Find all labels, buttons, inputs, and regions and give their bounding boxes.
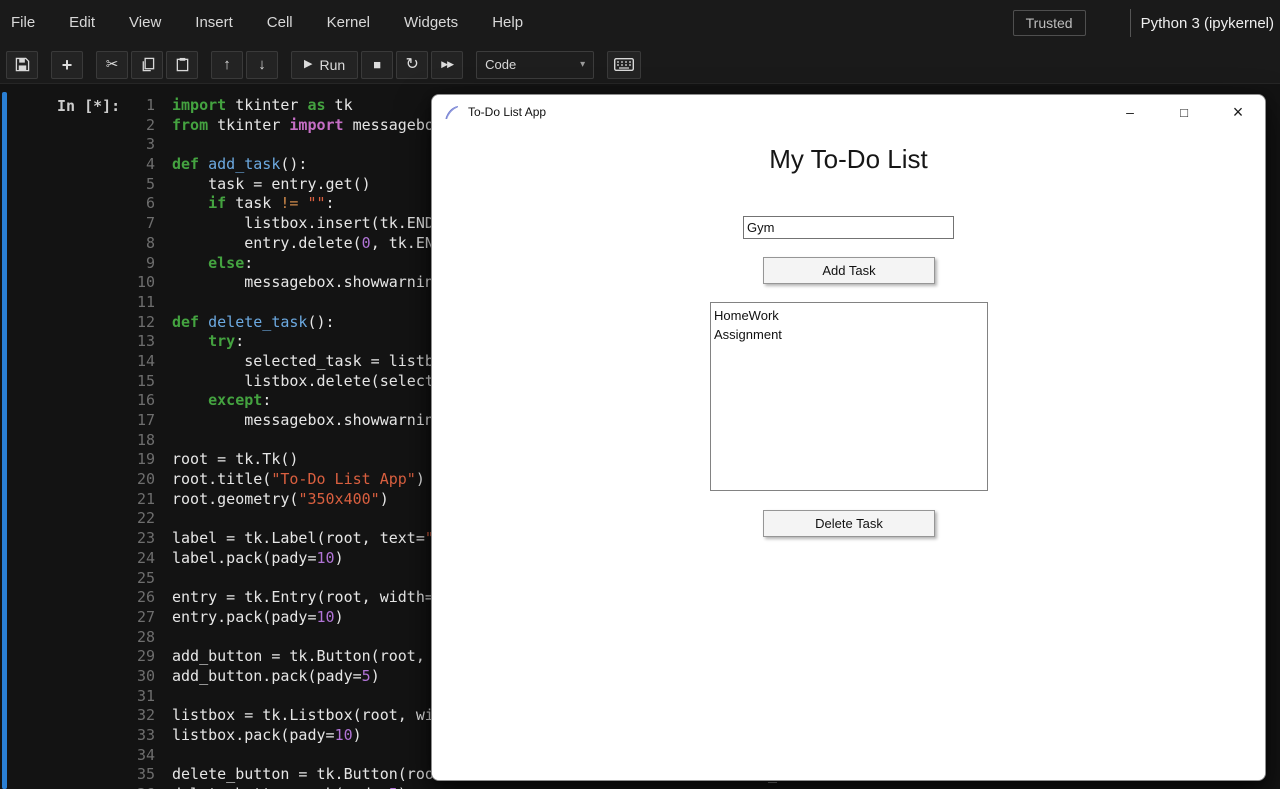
fast-forward-icon: ▶▶ xyxy=(441,60,453,69)
chevron-down-icon: ▾ xyxy=(580,59,585,70)
menu-item-file[interactable]: File xyxy=(0,0,52,46)
window-controls: – □ × xyxy=(1107,95,1265,129)
paste-cell-button[interactable] xyxy=(166,51,198,79)
line-number: 32 xyxy=(132,706,155,726)
line-number: 17 xyxy=(132,411,155,431)
command-palette-button[interactable] xyxy=(607,51,641,79)
line-number: 7 xyxy=(132,214,155,234)
line-number: 26 xyxy=(132,588,155,608)
arrow-up-icon: ↑ xyxy=(223,57,231,72)
line-number: 4 xyxy=(132,155,155,175)
trusted-badge[interactable]: Trusted xyxy=(1013,10,1086,36)
copy-cell-button[interactable] xyxy=(131,51,163,79)
keyboard-icon xyxy=(614,58,634,71)
run-label: Run xyxy=(319,57,345,73)
line-number: 31 xyxy=(132,687,155,707)
line-number: 14 xyxy=(132,352,155,372)
restart-kernel-button[interactable]: ↻ xyxy=(396,51,428,79)
move-cell-up-button[interactable]: ↑ xyxy=(211,51,243,79)
cell-input-prompt: In [*]: xyxy=(57,97,120,115)
window-content: My To-Do List Add Task HomeWorkAssignmen… xyxy=(432,144,1265,781)
line-number: 27 xyxy=(132,608,155,628)
line-number: 18 xyxy=(132,431,155,451)
line-number: 23 xyxy=(132,529,155,549)
line-number: 15 xyxy=(132,372,155,392)
menu-item-help[interactable]: Help xyxy=(475,0,540,46)
window-titlebar[interactable]: To-Do List App – □ × xyxy=(432,95,1265,129)
add-cell-button[interactable]: + xyxy=(51,51,83,79)
stop-icon: ■ xyxy=(373,58,381,71)
line-number: 5 xyxy=(132,175,155,195)
add-task-button[interactable]: Add Task xyxy=(763,257,935,284)
arrow-down-icon: ↓ xyxy=(258,57,266,72)
delete-task-button[interactable]: Delete Task xyxy=(763,510,935,537)
line-number: 35 xyxy=(132,765,155,785)
line-number: 36 xyxy=(132,785,155,789)
menu-item-insert[interactable]: Insert xyxy=(178,0,250,46)
line-number: 24 xyxy=(132,549,155,569)
todo-app-window: To-Do List App – □ × My To-Do List Add T… xyxy=(431,94,1266,781)
cell-type-value: Code xyxy=(485,57,516,72)
window-title: To-Do List App xyxy=(468,105,546,119)
active-cell-indicator xyxy=(2,92,7,789)
line-number: 28 xyxy=(132,628,155,648)
restart-icon: ↻ xyxy=(405,57,418,73)
app-heading: My To-Do List xyxy=(432,144,1265,175)
line-number: 22 xyxy=(132,509,155,529)
menu-item-widgets[interactable]: Widgets xyxy=(387,0,475,46)
run-button[interactable]: ▶ Run xyxy=(291,51,358,79)
scissors-icon: ✂ xyxy=(106,57,119,72)
line-number: 29 xyxy=(132,647,155,667)
menu-item-kernel[interactable]: Kernel xyxy=(310,0,387,46)
maximize-button[interactable]: □ xyxy=(1161,95,1207,129)
task-listbox[interactable]: HomeWorkAssignment xyxy=(710,302,988,491)
line-number: 25 xyxy=(132,569,155,589)
task-entry-input[interactable] xyxy=(743,216,954,239)
save-button[interactable] xyxy=(6,51,38,79)
cell-type-select[interactable]: Code ▾ xyxy=(476,51,594,79)
cut-cell-button[interactable]: ✂ xyxy=(96,51,128,79)
line-number: 13 xyxy=(132,332,155,352)
menubar-separator xyxy=(1130,9,1131,37)
kernel-name: Python 3 (ipykernel) xyxy=(1141,15,1280,32)
line-number: 10 xyxy=(132,273,155,293)
code-line[interactable]: 36delete_button.pack(pady=5) xyxy=(132,785,1280,789)
line-number: 19 xyxy=(132,450,155,470)
line-number: 21 xyxy=(132,490,155,510)
task-item[interactable]: HomeWork xyxy=(714,306,987,325)
line-number: 30 xyxy=(132,667,155,687)
line-number: 11 xyxy=(132,293,155,313)
plus-icon: + xyxy=(62,56,73,74)
line-number: 9 xyxy=(132,254,155,274)
menu-items: FileEditViewInsertCellKernelWidgetsHelp xyxy=(0,0,540,46)
move-cell-down-button[interactable]: ↓ xyxy=(246,51,278,79)
interrupt-kernel-button[interactable]: ■ xyxy=(361,51,393,79)
play-icon: ▶ xyxy=(304,59,312,70)
copy-icon xyxy=(140,57,155,72)
minimize-button[interactable]: – xyxy=(1107,95,1153,129)
line-number: 33 xyxy=(132,726,155,746)
close-button[interactable]: × xyxy=(1215,95,1261,129)
menu-item-view[interactable]: View xyxy=(112,0,178,46)
save-icon xyxy=(15,57,30,72)
paste-icon xyxy=(175,57,190,72)
notebook-toolbar: + ✂ ↑ ↓ ▶ Run ■ ↻ ▶▶ Code ▾ xyxy=(0,46,1280,84)
restart-run-all-button[interactable]: ▶▶ xyxy=(431,51,463,79)
menu-item-cell[interactable]: Cell xyxy=(250,0,310,46)
task-item[interactable]: Assignment xyxy=(714,325,987,344)
menu-item-edit[interactable]: Edit xyxy=(52,0,112,46)
line-number: 3 xyxy=(132,135,155,155)
line-number: 12 xyxy=(132,313,155,333)
line-number: 2 xyxy=(132,116,155,136)
line-number: 1 xyxy=(132,96,155,116)
line-number: 8 xyxy=(132,234,155,254)
line-number: 20 xyxy=(132,470,155,490)
menu-bar: FileEditViewInsertCellKernelWidgetsHelp … xyxy=(0,0,1280,46)
line-number: 6 xyxy=(132,194,155,214)
tk-feather-icon xyxy=(444,105,459,120)
line-number: 34 xyxy=(132,746,155,766)
line-number: 16 xyxy=(132,391,155,411)
